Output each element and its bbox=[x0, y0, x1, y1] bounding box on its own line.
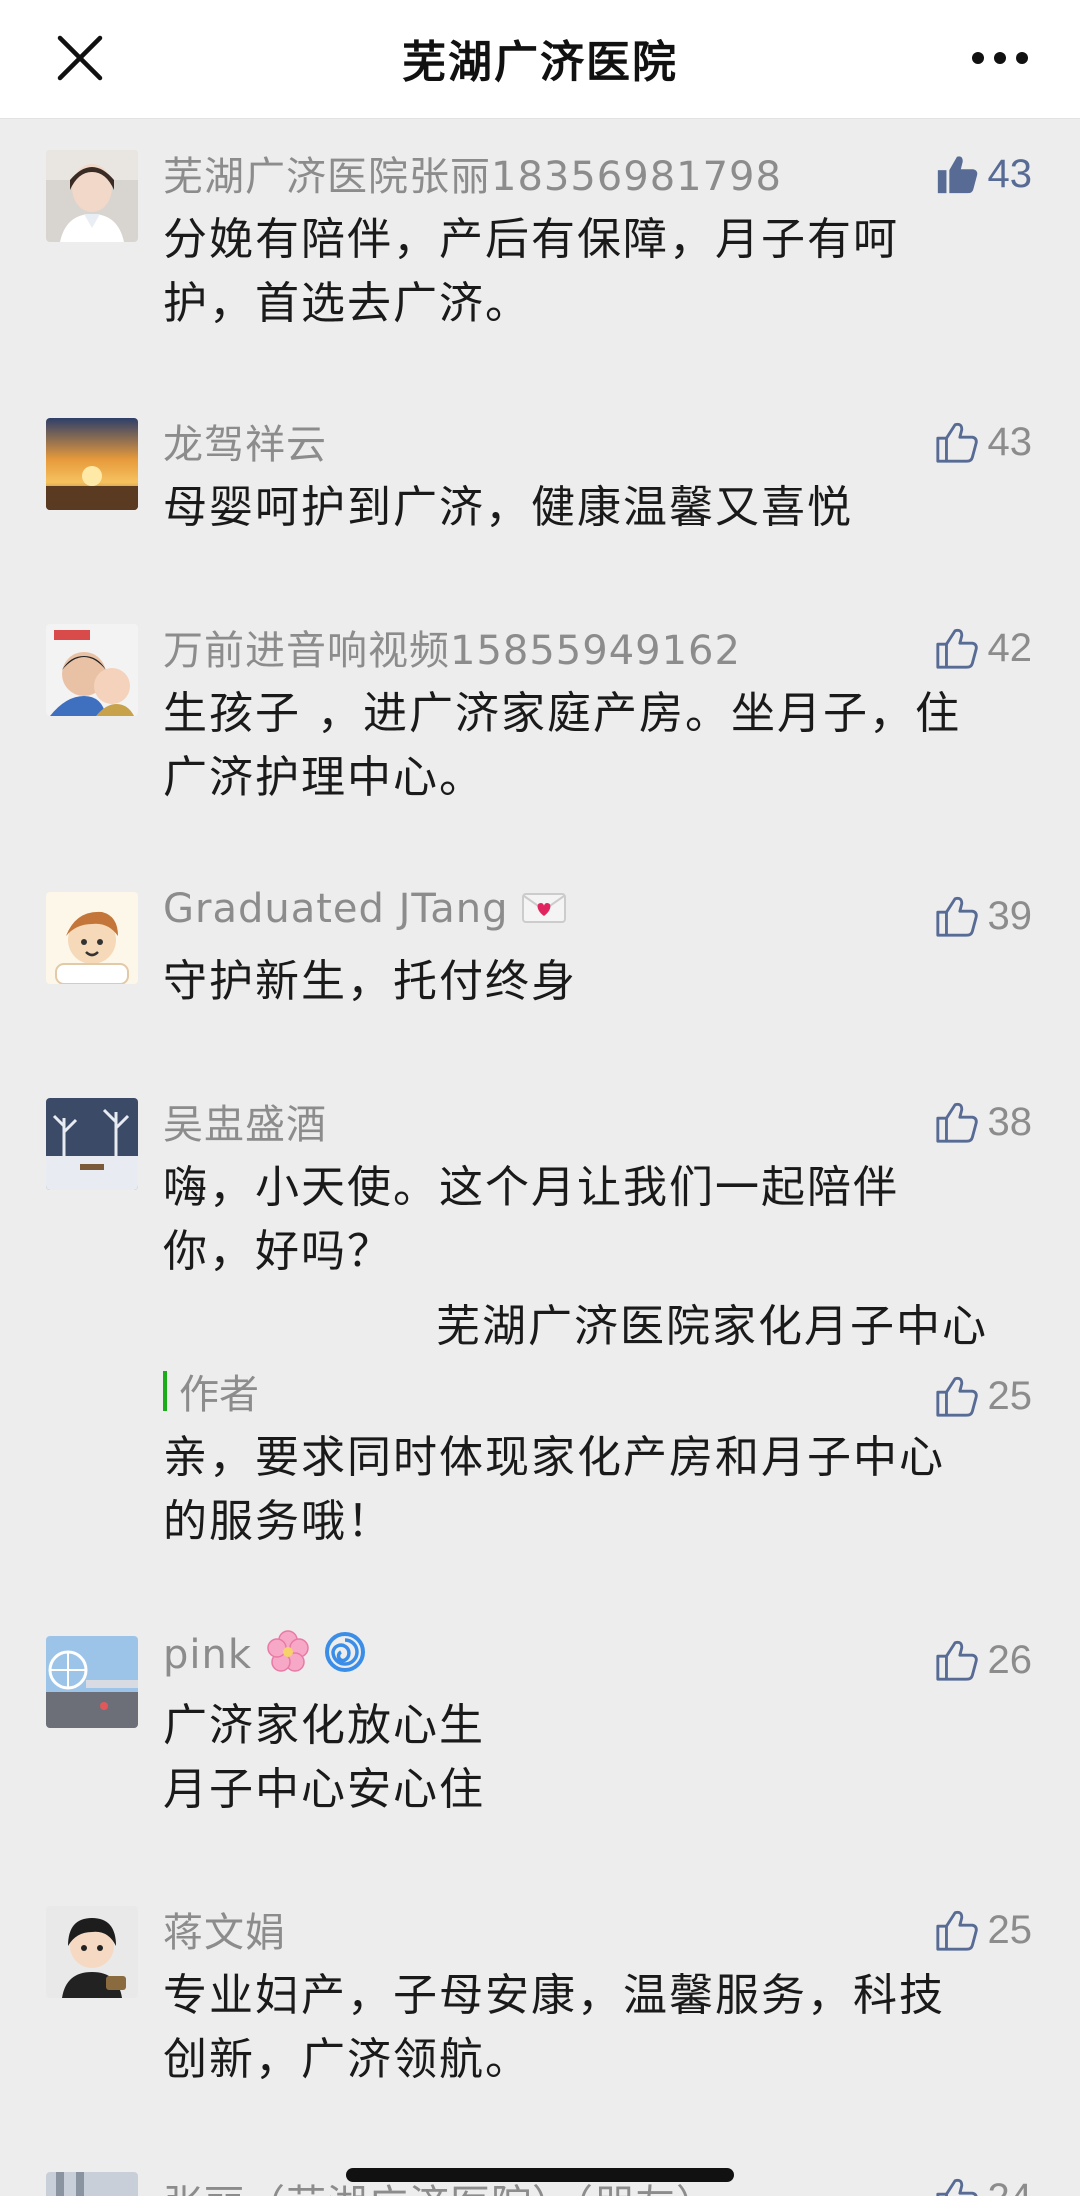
thumbs-up-icon bbox=[934, 419, 980, 465]
comment-content: 母婴呵护到广济，健康温馨又喜悦 bbox=[163, 482, 853, 533]
page-title: 芜湖广济医院 bbox=[402, 37, 678, 88]
comment-nickname: 龙驾祥云 bbox=[163, 422, 327, 468]
comment-nickname: 蒋文娟 bbox=[163, 1910, 286, 1956]
home-indicator[interactable] bbox=[346, 2168, 734, 2182]
avatar[interactable] bbox=[46, 2172, 138, 2196]
avatar[interactable] bbox=[46, 418, 138, 510]
comment-content: 守护新生，托付终身 bbox=[163, 956, 577, 1007]
comment-content: 嗨，小天使。这个月让我们一起陪伴 你，好吗？ bbox=[163, 1162, 899, 1277]
comment-nickname: 芜湖广济医院张丽18356981798 bbox=[163, 154, 782, 200]
like-count: 25 bbox=[987, 1373, 1033, 1418]
like-count: 43 bbox=[987, 151, 1033, 196]
top-nav-bar: 芜湖广济医院 bbox=[0, 0, 1080, 119]
thumbs-up-filled-icon bbox=[934, 151, 980, 197]
avatar[interactable] bbox=[46, 624, 138, 716]
comment-nickname-text: pink bbox=[163, 1632, 253, 1678]
avatar[interactable] bbox=[46, 1098, 138, 1190]
comment-nickname: 吴盅盛酒 bbox=[163, 1102, 327, 1148]
like-count: 43 bbox=[987, 419, 1033, 464]
like-button[interactable]: 42 bbox=[934, 618, 1033, 678]
comment-nickname: Graduated JTang bbox=[163, 886, 567, 934]
avatar[interactable] bbox=[46, 1906, 138, 1998]
like-button[interactable]: 43 bbox=[934, 144, 1033, 204]
like-button[interactable]: 26 bbox=[934, 1630, 1033, 1690]
more-dots-icon[interactable] bbox=[970, 40, 1030, 76]
thumbs-up-icon bbox=[934, 893, 980, 939]
like-count: 39 bbox=[987, 893, 1033, 938]
thumbs-up-icon bbox=[934, 1373, 980, 1419]
comment-nickname-text: Graduated JTang bbox=[163, 886, 509, 932]
like-count: 25 bbox=[987, 1907, 1033, 1952]
like-count: 42 bbox=[987, 625, 1033, 670]
like-count: 24 bbox=[988, 2176, 1033, 2196]
thumbs-up-icon bbox=[934, 1637, 980, 1683]
love-letter-emoji-icon bbox=[522, 888, 567, 934]
like-count: 38 bbox=[987, 1099, 1033, 1144]
like-button[interactable]: 25 bbox=[934, 1366, 1033, 1426]
thumbs-up-icon bbox=[934, 1907, 980, 1953]
author-reply-content: 亲，要求同时体现家化产房和月子中心 的服务哦！ bbox=[163, 1432, 945, 1547]
like-button[interactable]: 39 bbox=[934, 886, 1033, 946]
comment-nickname: 万前进音响视频15855949162 bbox=[163, 628, 741, 674]
like-count: 26 bbox=[987, 1637, 1033, 1682]
comment-content: 专业妇产，子母安康，温馨服务，科技 创新，广济领航。 bbox=[163, 1970, 945, 2085]
author-reply-header: 作者 bbox=[163, 1366, 259, 1418]
comments-page: 芜湖广济医院 芜湖广济医院张丽18356981798 43 分娩有陪伴，产后有保… bbox=[0, 0, 1080, 2196]
cherry-blossom-emoji-icon bbox=[266, 1630, 310, 1684]
like-button[interactable]: 43 bbox=[934, 412, 1033, 472]
thumbs-up-icon bbox=[934, 625, 980, 671]
avatar[interactable] bbox=[46, 892, 138, 984]
like-button[interactable]: 38 bbox=[934, 1092, 1033, 1152]
like-button[interactable]: 25 bbox=[934, 1900, 1033, 1960]
thumbs-up-icon bbox=[934, 1099, 980, 1145]
avatar[interactable] bbox=[46, 150, 138, 242]
author-accent-bar bbox=[163, 1371, 167, 1411]
like-button[interactable]: 24 bbox=[934, 2168, 1033, 2196]
comment-content: 广济家化放心生 月子中心安心住 bbox=[163, 1700, 485, 1815]
cyclone-emoji-icon bbox=[323, 1630, 367, 1684]
comment-content: 分娩有陪伴，产后有保障，月子有呵 护，首选去广济。 bbox=[163, 214, 899, 329]
thumbs-up-icon bbox=[934, 2175, 980, 2196]
avatar[interactable] bbox=[46, 1636, 138, 1728]
comment-signature: 芜湖广济医院家化月子中心 bbox=[436, 1301, 988, 1352]
comment-content: 生孩子 ，进广济家庭产房。坐月子，住 广济护理中心。 bbox=[163, 688, 961, 803]
author-label: 作者 bbox=[179, 1372, 259, 1418]
comment-nickname: pink bbox=[163, 1630, 367, 1684]
